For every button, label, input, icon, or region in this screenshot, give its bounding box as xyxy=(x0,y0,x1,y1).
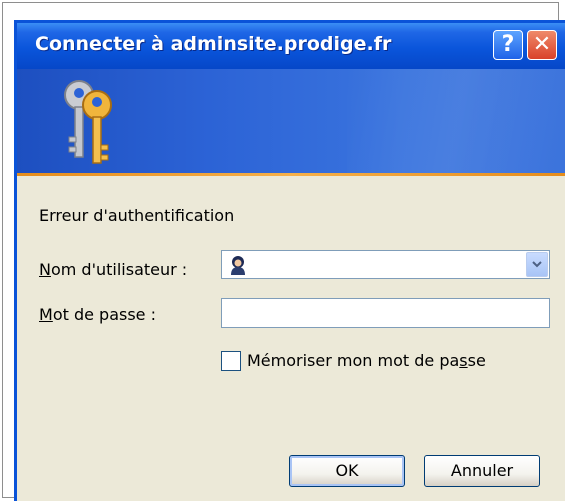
ok-button[interactable]: OK xyxy=(289,455,405,487)
cancel-button[interactable]: Annuler xyxy=(424,455,540,487)
help-button[interactable]: ? xyxy=(493,30,523,60)
password-label-accelerator: M xyxy=(39,305,53,324)
title-bar[interactable]: Connecter à adminsite.prodige.fr ? ✕ xyxy=(17,23,565,69)
remember-password-label[interactable]: Mémoriser mon mot de passe xyxy=(247,351,486,370)
remember-label-end: se xyxy=(467,351,486,370)
close-button[interactable]: ✕ xyxy=(527,30,557,60)
username-label: Nom d'utilisateur : xyxy=(39,260,187,279)
username-label-text: om d'utilisateur : xyxy=(50,260,188,279)
username-label-accelerator: N xyxy=(39,260,51,279)
window-title: Connecter à adminsite.prodige.fr xyxy=(35,33,392,55)
keys-icon xyxy=(64,80,112,164)
remember-label-accelerator: s xyxy=(459,351,468,370)
password-label: Mot de passe : xyxy=(39,305,156,324)
error-message: Erreur d'authentification xyxy=(39,206,235,225)
banner-decoration xyxy=(347,69,565,173)
close-icon: ✕ xyxy=(532,32,552,57)
username-dropdown-button[interactable] xyxy=(526,252,548,277)
chevron-down-icon xyxy=(532,261,542,268)
banner-divider xyxy=(17,173,565,176)
remember-label-start: Mémoriser mon mot de pa xyxy=(247,351,460,370)
help-icon: ? xyxy=(501,32,515,57)
remember-password-checkbox[interactable] xyxy=(221,351,241,371)
password-field[interactable] xyxy=(221,298,550,328)
login-dialog: Connecter à adminsite.prodige.fr ? ✕ Err… xyxy=(14,20,565,501)
password-label-text: ot de passe : xyxy=(52,305,156,324)
username-combobox[interactable] xyxy=(221,250,550,279)
user-avatar-icon xyxy=(231,256,245,275)
